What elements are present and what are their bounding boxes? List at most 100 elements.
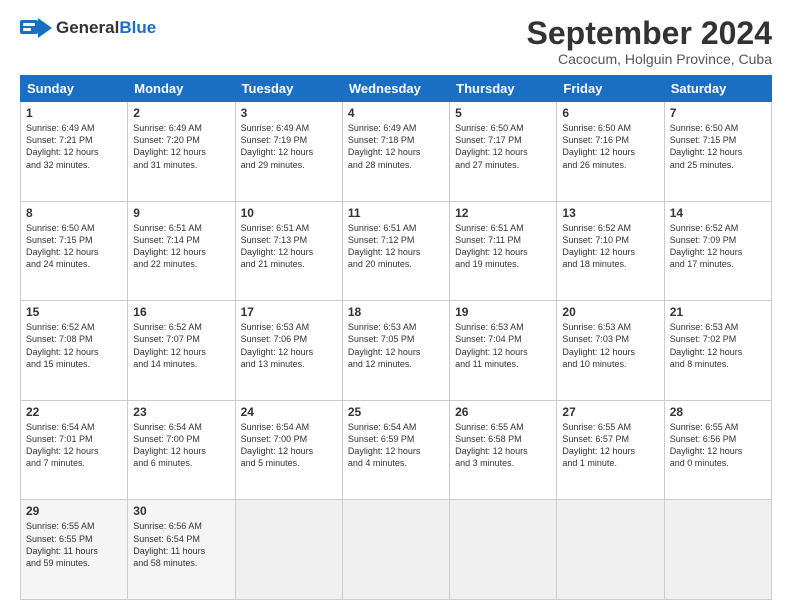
calendar-cell [342,500,449,600]
calendar-cell: 9 Sunrise: 6:51 AM Sunset: 7:14 PM Daylig… [128,201,235,301]
calendar-cell: 19Sunrise: 6:53 AM Sunset: 7:04 PM Dayli… [450,301,557,401]
calendar-cell: 5 Sunrise: 6:50 AM Sunset: 7:17 PM Daylig… [450,102,557,202]
calendar-cell: 1 Sunrise: 6:49 AM Sunset: 7:21 PM Daylig… [21,102,128,202]
day-number: 25 [348,405,444,419]
cell-info: Sunrise: 6:51 AM Sunset: 7:14 PM Dayligh… [133,222,229,271]
cell-info: Sunrise: 6:51 AM Sunset: 7:13 PM Dayligh… [241,222,337,271]
col-header-friday: Friday [557,76,664,102]
cell-info: Sunrise: 6:56 AM Sunset: 6:54 PM Dayligh… [133,520,229,569]
cell-info: Sunrise: 6:50 AM Sunset: 7:17 PM Dayligh… [455,122,551,171]
calendar-cell: 23Sunrise: 6:54 AM Sunset: 7:00 PM Dayli… [128,400,235,500]
day-number: 21 [670,305,766,319]
day-number: 14 [670,206,766,220]
cell-info: Sunrise: 6:52 AM Sunset: 7:07 PM Dayligh… [133,321,229,370]
logo-blue: Blue [119,18,156,37]
calendar-cell: 25 Sunrise: 6:54 AM Sunset: 6:59 PM Dayli… [342,400,449,500]
cell-info: Sunrise: 6:53 AM Sunset: 7:06 PM Dayligh… [241,321,337,370]
day-number: 9 [133,206,229,220]
day-number: 29 [26,504,122,518]
day-number: 15 [26,305,122,319]
calendar-cell: 18Sunrise: 6:53 AM Sunset: 7:05 PM Dayli… [342,301,449,401]
cell-info: Sunrise: 6:50 AM Sunset: 7:16 PM Dayligh… [562,122,658,171]
col-header-saturday: Saturday [664,76,771,102]
calendar-cell: 26Sunrise: 6:55 AM Sunset: 6:58 PM Dayli… [450,400,557,500]
day-number: 27 [562,405,658,419]
cell-info: Sunrise: 6:53 AM Sunset: 7:05 PM Dayligh… [348,321,444,370]
calendar-cell: 27 Sunrise: 6:55 AM Sunset: 6:57 PM Dayli… [557,400,664,500]
cell-info: Sunrise: 6:50 AM Sunset: 7:15 PM Dayligh… [670,122,766,171]
calendar-cell: 17 Sunrise: 6:53 AM Sunset: 7:06 PM Dayli… [235,301,342,401]
logo-icon [20,16,52,40]
calendar-cell: 24 Sunrise: 6:54 AM Sunset: 7:00 PM Dayli… [235,400,342,500]
day-number: 28 [670,405,766,419]
day-number: 5 [455,106,551,120]
day-number: 12 [455,206,551,220]
page: GeneralBlue September 2024 Cacocum, Holg… [0,0,792,612]
calendar-cell: 12 Sunrise: 6:51 AM Sunset: 7:11 PM Dayli… [450,201,557,301]
calendar-cell: 22Sunrise: 6:54 AM Sunset: 7:01 PM Dayli… [21,400,128,500]
cell-info: Sunrise: 6:54 AM Sunset: 6:59 PM Dayligh… [348,421,444,470]
cell-info: Sunrise: 6:53 AM Sunset: 7:04 PM Dayligh… [455,321,551,370]
cell-info: Sunrise: 6:53 AM Sunset: 7:03 PM Dayligh… [562,321,658,370]
day-number: 10 [241,206,337,220]
week-row-5: 29 Sunrise: 6:55 AM Sunset: 6:55 PM Dayli… [21,500,772,600]
day-number: 24 [241,405,337,419]
calendar-cell: 16 Sunrise: 6:52 AM Sunset: 7:07 PM Dayli… [128,301,235,401]
cell-info: Sunrise: 6:55 AM Sunset: 6:58 PM Dayligh… [455,421,551,470]
cell-info: Sunrise: 6:52 AM Sunset: 7:10 PM Dayligh… [562,222,658,271]
cell-info: Sunrise: 6:55 AM Sunset: 6:57 PM Dayligh… [562,421,658,470]
cell-info: Sunrise: 6:49 AM Sunset: 7:19 PM Dayligh… [241,122,337,171]
calendar-cell: 7Sunrise: 6:50 AM Sunset: 7:15 PM Daylig… [664,102,771,202]
day-number: 20 [562,305,658,319]
calendar-cell: 11 Sunrise: 6:51 AM Sunset: 7:12 PM Dayli… [342,201,449,301]
cell-info: Sunrise: 6:53 AM Sunset: 7:02 PM Dayligh… [670,321,766,370]
col-header-sunday: Sunday [21,76,128,102]
day-number: 16 [133,305,229,319]
month-title: September 2024 [527,16,772,51]
day-number: 13 [562,206,658,220]
header: GeneralBlue September 2024 Cacocum, Holg… [20,16,772,67]
calendar-cell: 28Sunrise: 6:55 AM Sunset: 6:56 PM Dayli… [664,400,771,500]
header-row: SundayMondayTuesdayWednesdayThursdayFrid… [21,76,772,102]
calendar-cell: 8 Sunrise: 6:50 AM Sunset: 7:15 PM Daylig… [21,201,128,301]
calendar-cell: 3Sunrise: 6:49 AM Sunset: 7:19 PM Daylig… [235,102,342,202]
calendar-cell: 15 Sunrise: 6:52 AM Sunset: 7:08 PM Dayli… [21,301,128,401]
title-section: September 2024 Cacocum, Holguin Province… [527,16,772,67]
cell-info: Sunrise: 6:49 AM Sunset: 7:21 PM Dayligh… [26,122,122,171]
calendar-cell [557,500,664,600]
calendar-table: SundayMondayTuesdayWednesdayThursdayFrid… [20,75,772,600]
logo: GeneralBlue [20,16,156,40]
cell-info: Sunrise: 6:50 AM Sunset: 7:15 PM Dayligh… [26,222,122,271]
day-number: 11 [348,206,444,220]
day-number: 4 [348,106,444,120]
day-number: 30 [133,504,229,518]
calendar-cell: 20 Sunrise: 6:53 AM Sunset: 7:03 PM Dayli… [557,301,664,401]
cell-info: Sunrise: 6:52 AM Sunset: 7:08 PM Dayligh… [26,321,122,370]
cell-info: Sunrise: 6:54 AM Sunset: 7:00 PM Dayligh… [133,421,229,470]
cell-info: Sunrise: 6:51 AM Sunset: 7:11 PM Dayligh… [455,222,551,271]
cell-info: Sunrise: 6:49 AM Sunset: 7:18 PM Dayligh… [348,122,444,171]
calendar-cell: 13 Sunrise: 6:52 AM Sunset: 7:10 PM Dayli… [557,201,664,301]
cell-info: Sunrise: 6:55 AM Sunset: 6:55 PM Dayligh… [26,520,122,569]
cell-info: Sunrise: 6:54 AM Sunset: 7:00 PM Dayligh… [241,421,337,470]
day-number: 22 [26,405,122,419]
week-row-3: 15 Sunrise: 6:52 AM Sunset: 7:08 PM Dayli… [21,301,772,401]
cell-info: Sunrise: 6:51 AM Sunset: 7:12 PM Dayligh… [348,222,444,271]
calendar-cell: 29 Sunrise: 6:55 AM Sunset: 6:55 PM Dayli… [21,500,128,600]
calendar-cell: 30 Sunrise: 6:56 AM Sunset: 6:54 PM Dayli… [128,500,235,600]
col-header-monday: Monday [128,76,235,102]
day-number: 6 [562,106,658,120]
calendar-cell: 2Sunrise: 6:49 AM Sunset: 7:20 PM Daylig… [128,102,235,202]
week-row-2: 8 Sunrise: 6:50 AM Sunset: 7:15 PM Daylig… [21,201,772,301]
col-header-wednesday: Wednesday [342,76,449,102]
calendar-cell: 21 Sunrise: 6:53 AM Sunset: 7:02 PM Dayli… [664,301,771,401]
calendar-cell [664,500,771,600]
calendar-cell [450,500,557,600]
calendar-cell [235,500,342,600]
subtitle: Cacocum, Holguin Province, Cuba [527,51,772,67]
day-number: 17 [241,305,337,319]
day-number: 8 [26,206,122,220]
col-header-tuesday: Tuesday [235,76,342,102]
week-row-1: 1 Sunrise: 6:49 AM Sunset: 7:21 PM Daylig… [21,102,772,202]
day-number: 1 [26,106,122,120]
